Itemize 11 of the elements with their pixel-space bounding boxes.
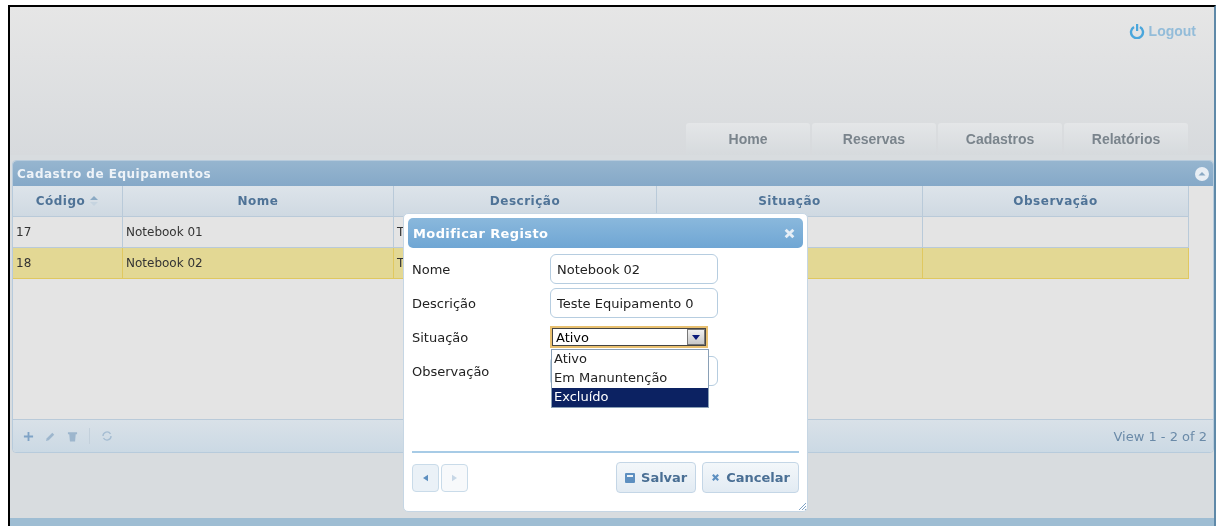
dialog-title: Modificar Registo	[413, 225, 549, 241]
field-label: Nome	[412, 261, 452, 277]
table-cell: 17	[16, 225, 32, 239]
table-cell: Notebook 01	[126, 225, 203, 239]
record-count: View 1 - 2 of 2	[1113, 428, 1207, 444]
field-label: Descrição	[412, 295, 477, 311]
field-label: Observação	[412, 363, 491, 379]
table-cell: 18	[16, 256, 32, 270]
panel-title: Cadastro de Equipamentos	[17, 166, 212, 181]
table-cell: Notebook 02	[126, 256, 203, 270]
field-label: Situação	[412, 329, 470, 345]
